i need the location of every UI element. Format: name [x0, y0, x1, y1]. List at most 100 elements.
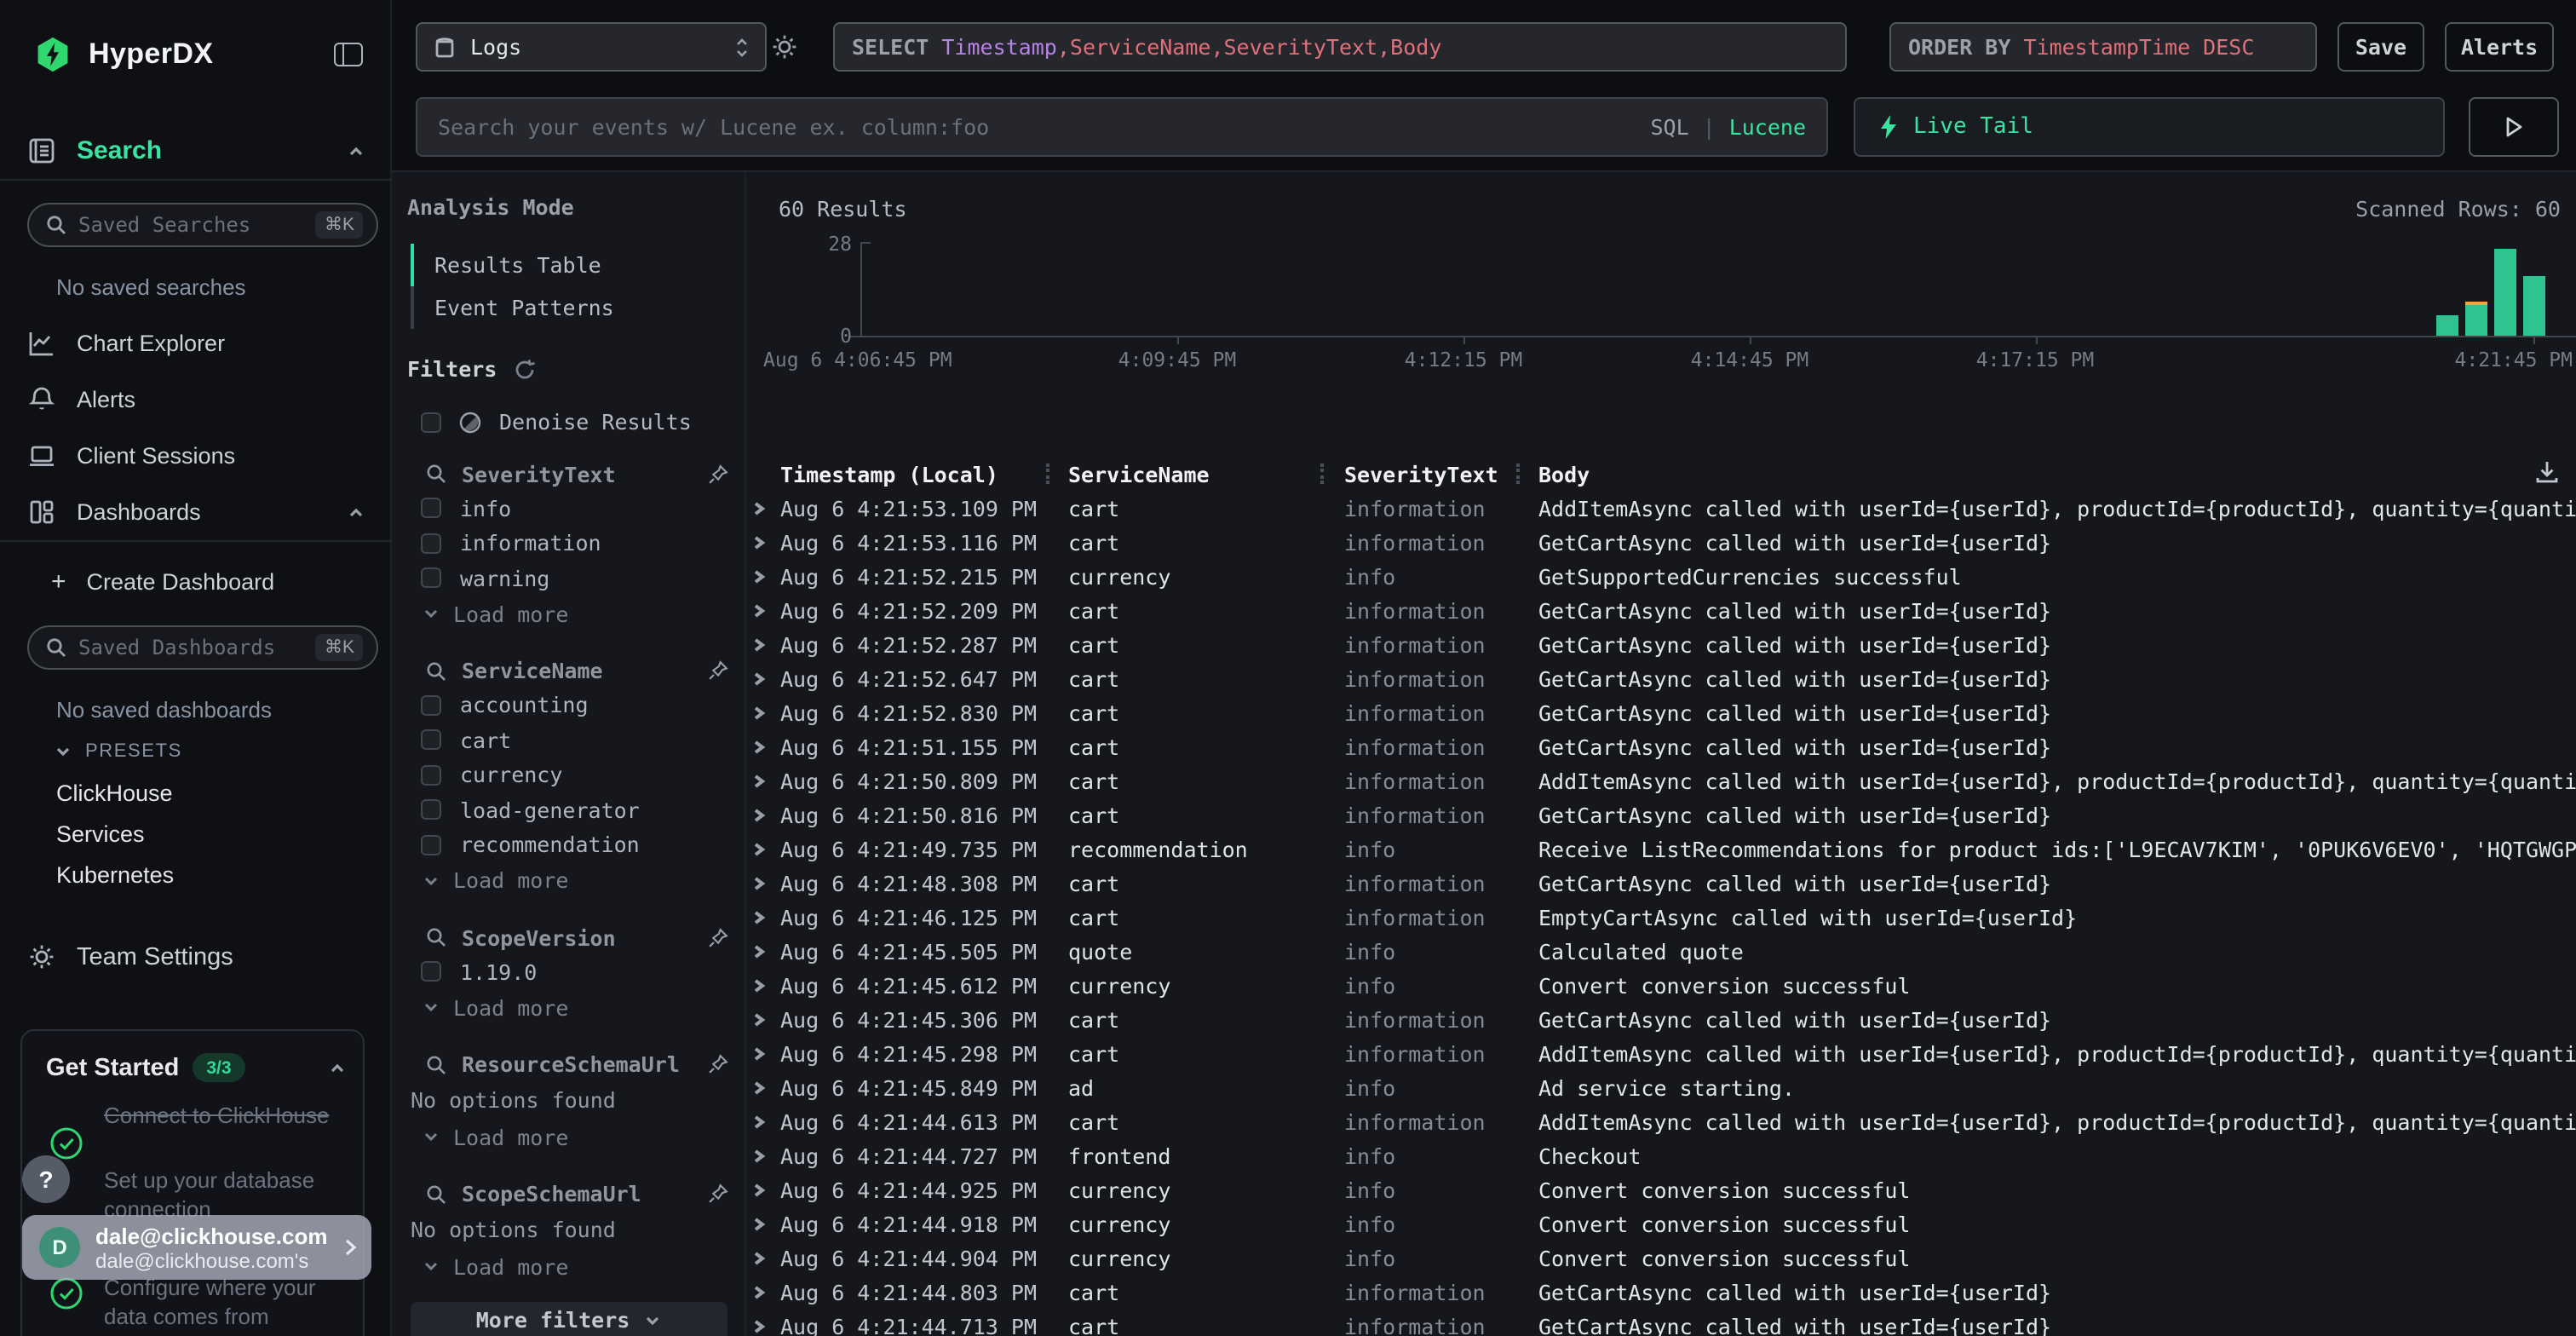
- table-row[interactable]: Aug 6 4:21:44.727 PMfrontendinfoCheckout: [746, 1138, 2576, 1172]
- source-settings-gear-icon[interactable]: [770, 32, 799, 61]
- facet-option[interactable]: accounting: [407, 688, 729, 723]
- table-row[interactable]: Aug 6 4:21:45.298 PMcartinformationAddIt…: [746, 1036, 2576, 1070]
- row-expand-chevron-icon[interactable]: [746, 597, 780, 623]
- row-expand-chevron-icon[interactable]: [746, 870, 780, 895]
- load-more-button[interactable]: Load more: [407, 1248, 729, 1284]
- facet-checkbox[interactable]: [421, 835, 441, 855]
- table-row[interactable]: Aug 6 4:21:52.209 PMcartinformationGetCa…: [746, 593, 2576, 627]
- row-expand-chevron-icon[interactable]: [746, 529, 780, 555]
- pin-icon[interactable]: [707, 926, 729, 948]
- event-search-box[interactable]: SQL | Lucene: [416, 97, 1828, 157]
- facet-checkbox[interactable]: [421, 962, 441, 982]
- get-started-step2-title[interactable]: Configure where your data comes from: [104, 1275, 342, 1331]
- sidebar-item-team-settings[interactable]: Team Settings: [27, 942, 365, 971]
- user-chip[interactable]: D dale@clickhouse.com dale@clickhouse.co…: [22, 1215, 371, 1280]
- facet-checkbox[interactable]: [421, 498, 441, 519]
- select-columns-input[interactable]: SELECT Timestamp,ServiceName,SeverityTex…: [833, 22, 1847, 72]
- table-row[interactable]: Aug 6 4:21:44.713 PMcartinformationGetCa…: [746, 1309, 2576, 1336]
- row-expand-chevron-icon[interactable]: [746, 1313, 780, 1336]
- table-row[interactable]: Aug 6 4:21:44.803 PMcartinformationGetCa…: [746, 1275, 2576, 1309]
- table-row[interactable]: Aug 6 4:21:45.505 PMquoteinfoCalculated …: [746, 934, 2576, 968]
- sidebar-item-client-sessions[interactable]: Client Sessions: [27, 441, 365, 470]
- table-row[interactable]: Aug 6 4:21:50.809 PMcartinformationAddIt…: [746, 763, 2576, 798]
- table-row[interactable]: Aug 6 4:21:45.849 PMadinfoAd service sta…: [746, 1070, 2576, 1104]
- chevron-up-icon[interactable]: [329, 1059, 346, 1076]
- column-resize-handle[interactable]: [1320, 464, 1324, 484]
- table-row[interactable]: Aug 6 4:21:49.735 PMrecommendationinfoRe…: [746, 832, 2576, 866]
- denoise-results-option[interactable]: Denoise Results: [421, 409, 729, 435]
- pin-icon[interactable]: [707, 1053, 729, 1075]
- row-expand-chevron-icon[interactable]: [746, 1074, 780, 1100]
- saved-searches-input[interactable]: [78, 213, 304, 237]
- sidebar-section-search[interactable]: Search: [27, 136, 365, 165]
- facet-option[interactable]: warning: [407, 561, 729, 596]
- facet-checkbox[interactable]: [421, 695, 441, 716]
- row-expand-chevron-icon[interactable]: [746, 734, 780, 759]
- table-row[interactable]: Aug 6 4:21:46.125 PMcartinformationEmpty…: [746, 900, 2576, 934]
- sidebar-item-alerts[interactable]: Alerts: [27, 385, 365, 414]
- save-button[interactable]: Save: [2337, 22, 2424, 72]
- table-row[interactable]: Aug 6 4:21:52.647 PMcartinformationGetCa…: [746, 661, 2576, 695]
- refresh-icon[interactable]: [512, 357, 536, 381]
- saved-dashboards-input[interactable]: [78, 636, 304, 659]
- table-row[interactable]: Aug 6 4:21:51.155 PMcartinformationGetCa…: [746, 729, 2576, 763]
- live-tail-button[interactable]: Live Tail: [1854, 97, 2445, 157]
- pin-icon[interactable]: [707, 659, 729, 682]
- table-row[interactable]: Aug 6 4:21:52.215 PMcurrencyinfoGetSuppo…: [746, 559, 2576, 593]
- preset-clickhouse[interactable]: ClickHouse: [56, 780, 173, 806]
- table-row[interactable]: Aug 6 4:21:44.613 PMcartinformationAddIt…: [746, 1104, 2576, 1138]
- table-row[interactable]: Aug 6 4:21:45.612 PMcurrencyinfoConvert …: [746, 968, 2576, 1002]
- facet-checkbox[interactable]: [421, 730, 441, 751]
- denoise-checkbox[interactable]: [421, 412, 441, 432]
- row-expand-chevron-icon[interactable]: [746, 563, 780, 589]
- table-row[interactable]: Aug 6 4:21:53.109 PMcartinformationAddIt…: [746, 491, 2576, 525]
- load-more-button[interactable]: Load more: [407, 989, 729, 1025]
- table-row[interactable]: Aug 6 4:21:44.904 PMcurrencyinfoConvert …: [746, 1241, 2576, 1275]
- facet-option[interactable]: recommendation: [407, 827, 729, 862]
- facet-checkbox[interactable]: [421, 568, 441, 589]
- create-dashboard-button[interactable]: + Create Dashboard: [51, 567, 388, 596]
- histogram-bar[interactable]: [2465, 302, 2487, 336]
- pin-icon[interactable]: [707, 463, 729, 485]
- row-expand-chevron-icon[interactable]: [746, 1177, 780, 1202]
- analysis-mode-event-patterns[interactable]: Event Patterns: [411, 286, 729, 329]
- col-severitytext[interactable]: SeverityText: [1344, 461, 1538, 487]
- chevron-up-icon[interactable]: [348, 504, 365, 521]
- sidebar-item-chart-explorer[interactable]: Chart Explorer: [27, 329, 365, 358]
- row-expand-chevron-icon[interactable]: [746, 1211, 780, 1236]
- row-expand-chevron-icon[interactable]: [746, 1109, 780, 1134]
- alerts-button[interactable]: Alerts: [2445, 22, 2554, 72]
- row-expand-chevron-icon[interactable]: [746, 700, 780, 725]
- row-expand-chevron-icon[interactable]: [746, 938, 780, 964]
- get-started-step1-title[interactable]: Connect to ClickHouse: [104, 1103, 342, 1131]
- analysis-mode-results-table[interactable]: Results Table: [411, 244, 729, 286]
- facet-checkbox[interactable]: [421, 533, 441, 554]
- order-by-input[interactable]: ORDER BY TimestampTime DESC: [1889, 22, 2317, 72]
- histogram-bar[interactable]: [2437, 316, 2459, 337]
- facet-option[interactable]: info: [407, 491, 729, 526]
- preset-kubernetes[interactable]: Kubernetes: [56, 862, 174, 888]
- histogram-bar[interactable]: [2494, 249, 2516, 337]
- sidebar-collapse-icon[interactable]: [334, 43, 363, 66]
- row-expand-chevron-icon[interactable]: [746, 1006, 780, 1032]
- facet-option[interactable]: 1.19.0: [407, 954, 729, 989]
- table-row[interactable]: Aug 6 4:21:52.287 PMcartinformationGetCa…: [746, 627, 2576, 661]
- facet-checkbox[interactable]: [421, 765, 441, 786]
- row-expand-chevron-icon[interactable]: [746, 665, 780, 691]
- row-expand-chevron-icon[interactable]: [746, 1143, 780, 1168]
- row-expand-chevron-icon[interactable]: [746, 631, 780, 657]
- preset-services[interactable]: Services: [56, 821, 145, 847]
- pin-icon[interactable]: [707, 1183, 729, 1205]
- col-servicename[interactable]: ServiceName: [1068, 461, 1344, 487]
- table-row[interactable]: Aug 6 4:21:52.830 PMcartinformationGetCa…: [746, 695, 2576, 729]
- results-histogram[interactable]: 280Aug 6 4:06:45 PM4:09:45 PM4:12:15 PM4…: [746, 172, 2576, 377]
- saved-searches-search[interactable]: ⌘K: [27, 203, 378, 247]
- facet-option[interactable]: load-generator: [407, 792, 729, 827]
- table-row[interactable]: Aug 6 4:21:44.918 PMcurrencyinfoConvert …: [746, 1206, 2576, 1241]
- table-row[interactable]: Aug 6 4:21:53.116 PMcartinformationGetCa…: [746, 525, 2576, 559]
- histogram-bar[interactable]: [2522, 275, 2544, 336]
- column-resize-handle[interactable]: [1516, 464, 1520, 484]
- table-row[interactable]: Aug 6 4:21:44.925 PMcurrencyinfoConvert …: [746, 1172, 2576, 1206]
- saved-dashboards-search[interactable]: ⌘K: [27, 625, 378, 670]
- help-button[interactable]: ?: [22, 1155, 70, 1203]
